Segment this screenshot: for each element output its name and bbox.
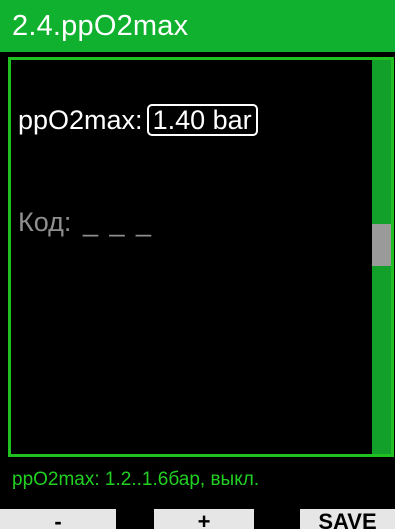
increase-button[interactable]: + — [154, 509, 254, 529]
settings-panel: ppO2max: 1.40 bar Код: _ _ _ — [8, 57, 394, 457]
scrollbar-thumb[interactable] — [372, 224, 391, 266]
ppo2max-setting-row[interactable]: ppO2max: 1.40 bar — [18, 103, 258, 137]
code-row[interactable]: Код: _ _ _ — [18, 205, 153, 239]
ppo2max-value-field[interactable]: 1.40 bar — [146, 104, 258, 136]
code-value-field[interactable]: _ _ _ — [83, 207, 153, 237]
page-title: 2.4.ppO2max — [12, 10, 189, 42]
title-bar: 2.4.ppO2max — [0, 0, 395, 52]
code-label: Код: — [18, 207, 72, 237]
scrollbar-track[interactable] — [372, 60, 391, 454]
range-hint: ppO2max: 1.2..1.6бар, выкл. — [12, 469, 260, 490]
ppo2max-label: ppO2max: — [18, 105, 143, 135]
save-button[interactable]: SAVE — [300, 509, 395, 529]
decrease-button[interactable]: - — [0, 509, 116, 529]
